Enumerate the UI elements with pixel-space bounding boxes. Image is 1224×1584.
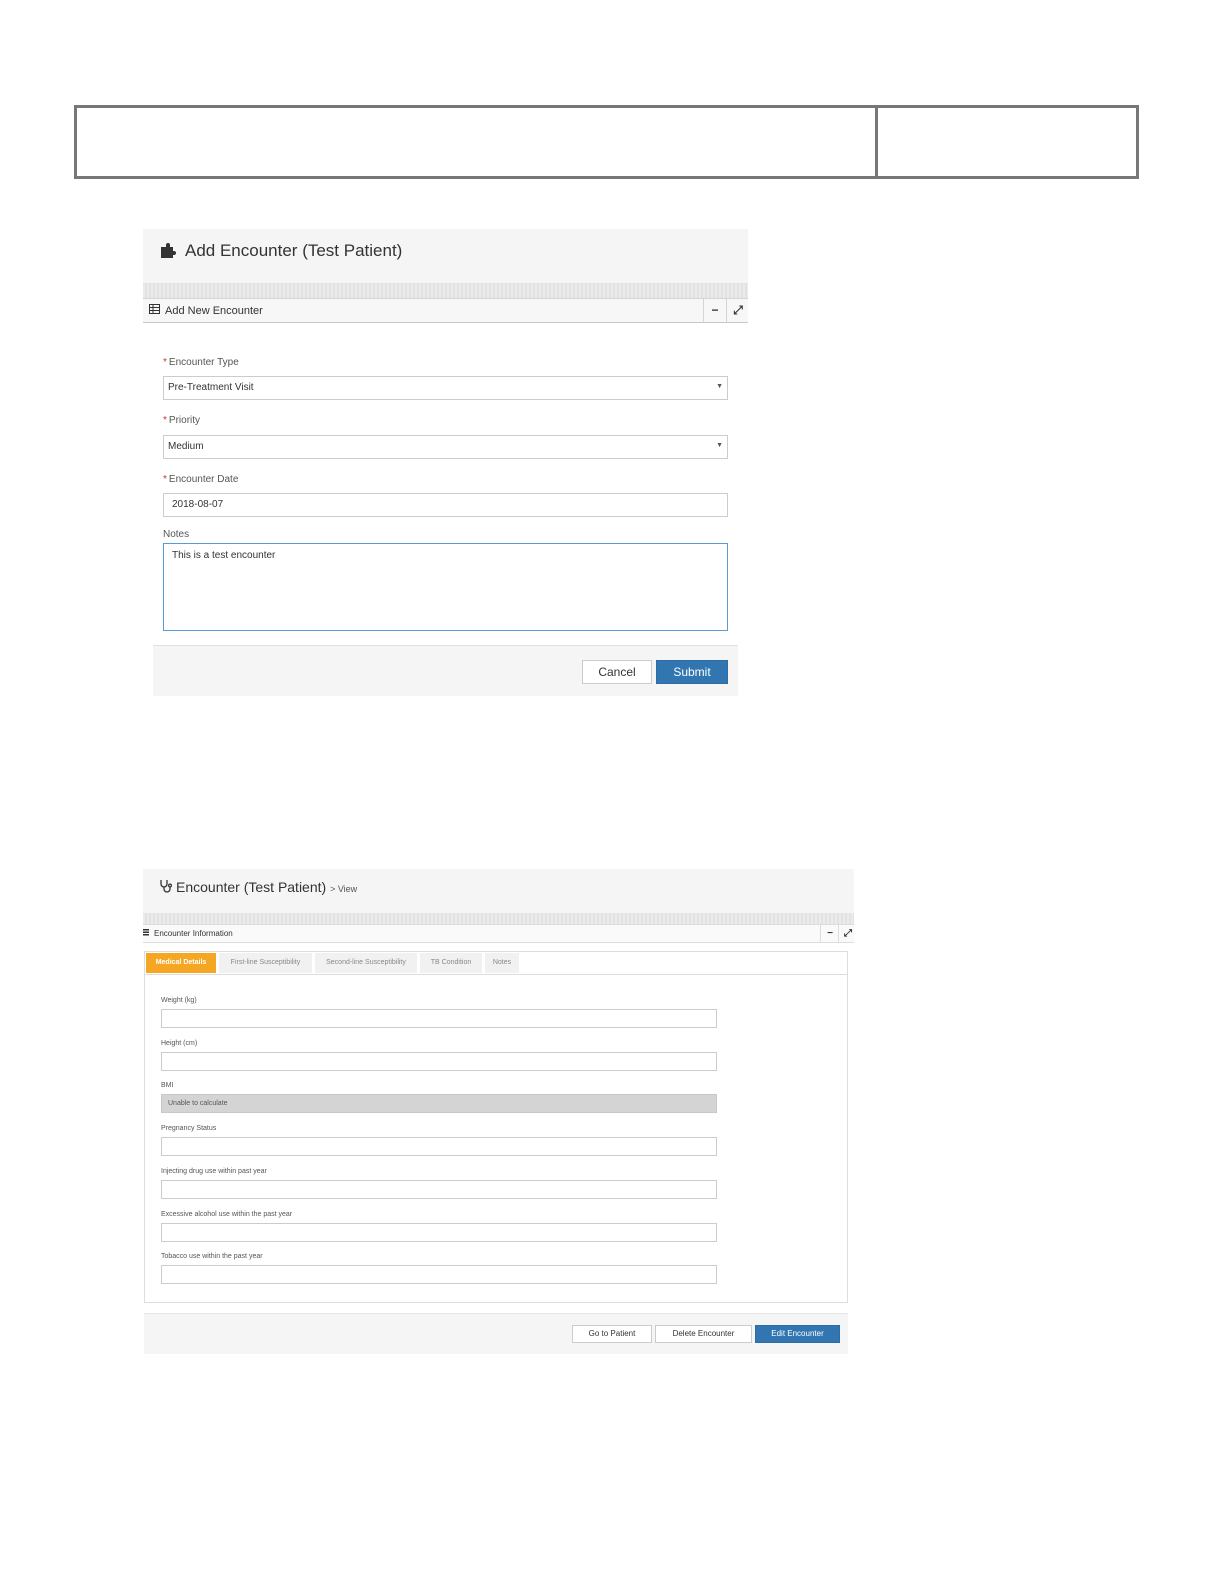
- height-field[interactable]: [161, 1052, 717, 1071]
- page-title-text: Encounter (Test Patient): [176, 879, 327, 895]
- fullscreen-icon[interactable]: ⤢: [838, 925, 857, 942]
- bmi-label: BMI: [161, 1082, 174, 1089]
- tab-tb-condition[interactable]: TB Condition: [420, 953, 482, 973]
- page-title: Encounter (Test Patient) > View: [176, 879, 357, 895]
- widget-title: Encounter Information: [154, 929, 233, 938]
- form-footer: Go to Patient Delete Encounter Edit Enco…: [144, 1313, 848, 1354]
- encounter-details-panel: Medical Details First-line Susceptibilit…: [144, 951, 848, 1303]
- bmi-field: Unable to calculate: [161, 1094, 717, 1113]
- widget-header: Add New Encounter − ⤢: [143, 298, 748, 323]
- header-divider-strip: [143, 913, 854, 924]
- encounter-date-label-text: Encounter Date: [168, 474, 239, 485]
- bmi-value: Unable to calculate: [168, 1100, 228, 1107]
- tab-medical-details[interactable]: Medical Details: [146, 953, 216, 973]
- encounter-date-input[interactable]: 2018-08-07: [163, 493, 728, 517]
- tobacco-use-label: Tobacco use within the past year: [161, 1253, 263, 1260]
- tab-second-line-susceptibility[interactable]: Second-line Susceptibility: [315, 953, 417, 973]
- document-header-table: [74, 105, 1139, 179]
- puzzle-piece-icon: [159, 241, 177, 264]
- collapse-icon[interactable]: −: [820, 925, 839, 942]
- submit-button[interactable]: Submit: [656, 660, 728, 684]
- weight-label: Weight (kg): [161, 997, 197, 1004]
- pregnancy-status-field[interactable]: [161, 1137, 717, 1156]
- form-footer: Cancel Submit: [153, 645, 738, 696]
- fullscreen-icon[interactable]: ⤢: [726, 299, 749, 322]
- delete-encounter-button[interactable]: Delete Encounter: [655, 1325, 752, 1343]
- chevron-down-icon: ▼: [716, 442, 723, 449]
- document-header-cell-left: [77, 108, 878, 176]
- pregnancy-status-label: Pregnancy Status: [161, 1125, 217, 1132]
- page-header: Encounter (Test Patient) > View: [143, 869, 854, 913]
- list-icon: [143, 928, 151, 938]
- page-title-suffix: > View: [330, 884, 358, 894]
- notes-label: Notes: [163, 529, 190, 540]
- tobacco-use-field[interactable]: [161, 1265, 717, 1284]
- tab-notes[interactable]: Notes: [485, 953, 519, 973]
- encounter-type-select[interactable]: Pre-Treatment Visit ▼: [163, 376, 728, 400]
- add-encounter-screenshot: Add Encounter (Test Patient) Add New Enc…: [143, 229, 748, 696]
- document-header-cell-right: [878, 108, 1136, 176]
- collapse-icon[interactable]: −: [703, 299, 726, 322]
- header-divider-strip: [143, 284, 748, 298]
- stethoscope-icon: [159, 879, 173, 896]
- edit-encounter-button[interactable]: Edit Encounter: [755, 1325, 840, 1343]
- injecting-drug-use-label: Injecting drug use within past year: [161, 1168, 267, 1175]
- priority-label: * Priority: [163, 415, 200, 426]
- notes-textarea[interactable]: This is a test encounter: [163, 543, 728, 631]
- view-encounter-screenshot: Encounter (Test Patient) > View Encounte…: [143, 869, 854, 1354]
- encounter-type-label: * Encounter Type: [163, 357, 239, 368]
- page-header: Add Encounter (Test Patient): [143, 229, 748, 284]
- priority-select[interactable]: Medium ▼: [163, 435, 728, 459]
- height-label: Height (cm): [161, 1040, 198, 1047]
- encounter-type-label-text: Encounter Type: [168, 357, 239, 368]
- excessive-alcohol-use-label: Excessive alcohol use within the past ye…: [161, 1211, 293, 1218]
- widget-header: Encounter Information − ⤢: [143, 924, 854, 943]
- excessive-alcohol-use-field[interactable]: [161, 1223, 717, 1242]
- encounter-date-label: * Encounter Date: [163, 474, 238, 485]
- injecting-drug-use-field[interactable]: [161, 1180, 717, 1199]
- table-icon: [149, 304, 160, 317]
- encounter-type-value: Pre-Treatment Visit: [168, 382, 254, 393]
- tab-bar: Medical Details First-line Susceptibilit…: [145, 952, 847, 975]
- cancel-button[interactable]: Cancel: [582, 660, 652, 684]
- chevron-down-icon: ▼: [716, 383, 723, 390]
- page-title: Add Encounter (Test Patient): [185, 241, 403, 260]
- encounter-date-value: 2018-08-07: [172, 499, 224, 510]
- priority-label-text: Priority: [168, 415, 201, 426]
- required-marker: *: [163, 474, 167, 485]
- required-marker: *: [163, 415, 167, 426]
- required-marker: *: [163, 357, 167, 368]
- weight-field[interactable]: [161, 1009, 717, 1028]
- priority-value: Medium: [168, 441, 204, 452]
- go-to-patient-button[interactable]: Go to Patient: [572, 1325, 652, 1343]
- tab-first-line-susceptibility[interactable]: First-line Susceptibility: [219, 953, 312, 973]
- widget-title: Add New Encounter: [165, 305, 263, 317]
- notes-value: This is a test encounter: [172, 550, 276, 561]
